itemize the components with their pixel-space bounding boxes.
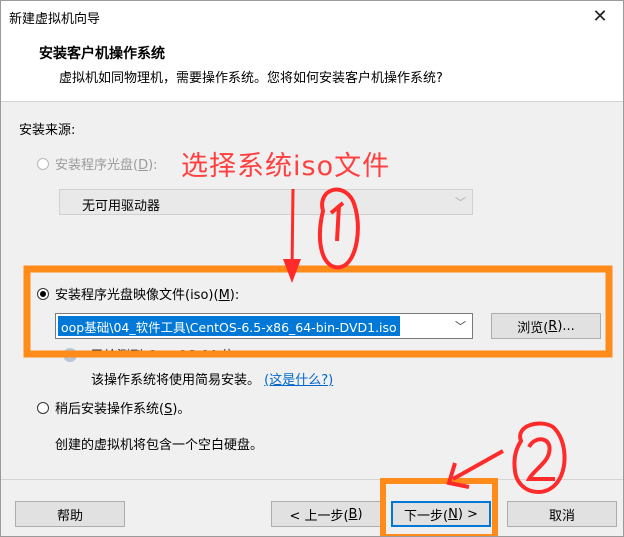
new-vm-wizard-window: 新建虚拟机向导 ✕ 安装客户机操作系统 虚拟机如同物理机，需要操作系统。您将如何…: [0, 0, 624, 537]
step-2-stroke: [525, 437, 555, 481]
annotation-arrow-1: [290, 188, 295, 272]
iso-highlight-box: [23, 265, 613, 358]
next-highlight-box: [380, 478, 498, 536]
step-1-stroke: [335, 204, 341, 242]
annotation-arrow-2: [452, 449, 504, 481]
step-2-circle: [512, 421, 567, 495]
annotation-overlay: [23, 187, 613, 536]
